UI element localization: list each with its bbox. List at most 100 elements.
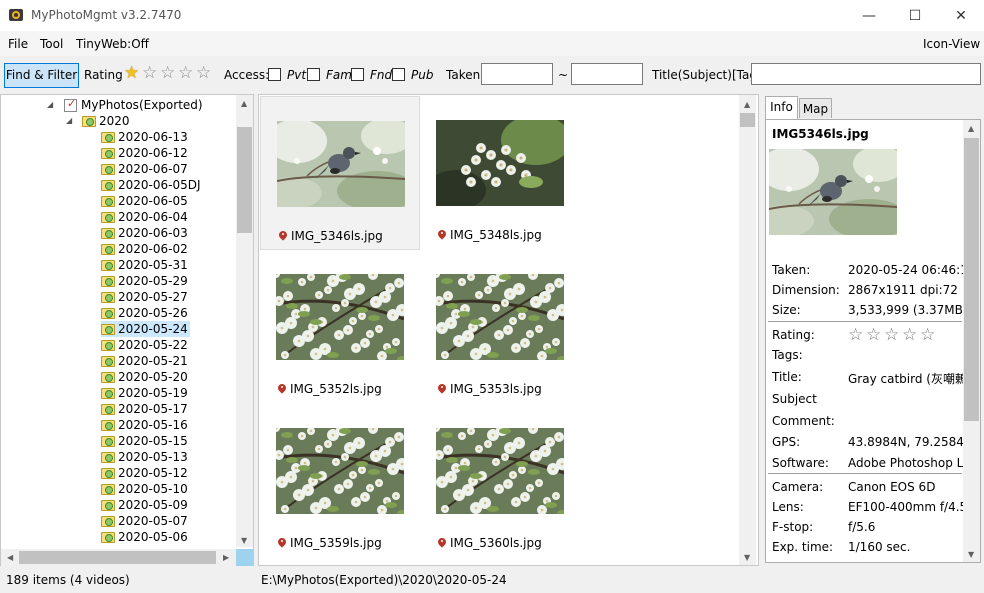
tree-folder-item[interactable]: 2020-05-26 [101,305,190,321]
tree-folder-item[interactable]: 2020-06-05 [101,193,190,209]
tree-folder-item[interactable]: 2020-06-13 [101,129,190,145]
rating-star-icon[interactable]: ☆ [196,64,211,83]
tree-folder-label: 2020-05-31 [118,258,188,272]
tree-folder-item[interactable]: 2020-05-21 [101,353,190,369]
tree-folder-item[interactable]: 2020-05-07 [101,513,190,529]
tree-folder-item[interactable]: 2020-05-10 [101,481,190,497]
tree-folder-label: 2020-05-09 [118,498,188,512]
rating-star-icon[interactable]: ☆ [884,325,899,345]
folder-tree[interactable]: ◢ ✓ MyPhotos(Exported) ◢ 2020 2020-06-13… [0,94,254,566]
tree-folder-label: 2020-05-24 [118,322,188,336]
access-label: Access: [224,68,270,82]
scroll-up-icon[interactable]: ▲ [744,100,750,109]
tree-folder-item[interactable]: 2020-05-31 [101,257,190,273]
folder-icon [101,531,115,543]
info-panel: Info Map IMG5346ls.jpg Taken: 2020-05-24… [763,94,984,566]
scroll-right-icon[interactable]: ▶ [223,553,229,562]
menu-bar: File Tool TinyWeb:Off Icon-View [0,31,984,56]
close-button[interactable]: ✕ [938,0,984,31]
tree-folder-item[interactable]: 2020-05-29 [101,273,190,289]
scroll-up-icon[interactable]: ▲ [968,124,974,133]
thumbnail-vertical-scrollbar[interactable] [739,95,756,565]
menu-file[interactable]: File [8,37,28,51]
tree-folder-label: 2020-05-17 [118,402,188,416]
scroll-down-icon[interactable]: ▼ [744,553,750,562]
thumbnail-image [436,428,564,514]
tree-scroll-thumb[interactable] [237,127,252,233]
info-scroll-thumb[interactable] [964,138,979,421]
tree-folder-item[interactable]: 2020-05-16 [101,417,190,433]
tree-folder-item[interactable]: 2020-06-12 [101,145,190,161]
scroll-up-icon[interactable]: ▲ [241,99,247,108]
thumbnail-item[interactable]: IMG_5352ls.jpg [260,250,420,404]
taken-from-input[interactable] [481,63,553,85]
tree-folder-item[interactable]: 2020-05-24 [101,321,190,337]
collapse-arrow-icon[interactable]: ◢ [47,100,53,109]
collapse-arrow-icon[interactable]: ◢ [66,116,72,125]
minimize-button[interactable]: — [846,0,892,31]
thumbnail-item[interactable]: IMG_5346ls.jpg [260,96,420,250]
scroll-down-icon[interactable]: ▼ [241,536,247,545]
menu-tinyweb[interactable]: TinyWeb:Off [76,37,149,51]
rating-star-icon[interactable]: ☆ [920,325,935,345]
tree-folder-item[interactable]: 2020-05-27 [101,289,190,305]
tree-folder-item[interactable]: 2020-06-03 [101,225,190,241]
rating-star-icon[interactable]: ☆ [160,64,175,83]
menu-icon-view[interactable]: Icon-View [923,37,980,51]
thumbnail-filename: IMG_5352ls.jpg [290,382,382,396]
thumbnail-filename: IMG_5348ls.jpg [450,228,542,242]
thumbnail-view[interactable]: IMG_5346ls.jpg IMG_5348ls.jpg IMG_5352ls.j… [258,94,759,566]
access-pub-checkbox[interactable] [392,68,405,81]
tree-folder-item[interactable]: 2020-05-12 [101,465,190,481]
access-fnd-checkbox[interactable] [351,68,364,81]
tree-root[interactable]: ✓ MyPhotos(Exported) [64,97,203,113]
access-fam-checkbox[interactable] [307,68,320,81]
rating-star-icon[interactable]: ★ [124,64,139,83]
access-pvt-checkbox[interactable] [268,68,281,81]
folder-icon [101,227,115,239]
thumbnail-filename: IMG_5353ls.jpg [450,382,542,396]
menu-tool[interactable]: Tool [40,37,63,51]
taken-to-input[interactable] [571,63,643,85]
rating-star-icon[interactable]: ☆ [902,325,917,345]
tree-folder-item[interactable]: 2020-05-19 [101,385,190,401]
folder-icon [101,435,115,447]
tree-hscroll-thumb[interactable] [19,551,216,564]
gps-pin-icon [278,538,286,549]
tree-folder-item[interactable]: 2020-05-20 [101,369,190,385]
tab-info[interactable]: Info [765,96,798,120]
tree-folder-item[interactable]: 2020-05-22 [101,337,190,353]
rating-label: Rating [84,68,123,82]
tree-folder-item[interactable]: 2020-06-05DJ [101,177,203,193]
maximize-button[interactable]: ☐ [892,0,938,31]
tree-folder-item[interactable]: 2020-06-04 [101,209,190,225]
tree-folder-item[interactable]: 2020-05-17 [101,401,190,417]
thumbnail-item[interactable]: IMG_5360ls.jpg [420,404,580,558]
tree-year[interactable]: 2020 [82,113,130,129]
tree-folder-item[interactable]: 2020-05-09 [101,497,190,513]
title-search-input[interactable] [751,63,981,85]
thumbnail-item[interactable]: IMG_5359ls.jpg [260,404,420,558]
thumbnail-filename: IMG_5359ls.jpg [290,536,382,550]
tree-folder-label: 2020-05-13 [118,450,188,464]
scroll-down-icon[interactable]: ▼ [968,550,974,559]
folder-icon [82,115,96,127]
rating-star-icon[interactable]: ☆ [178,64,193,83]
find-filter-button[interactable]: Find & Filter [4,63,79,88]
tree-folder-item[interactable]: 2020-05-13 [101,449,190,465]
thumbnail-item[interactable]: IMG_5348ls.jpg [420,96,580,250]
tab-map[interactable]: Map [799,98,832,118]
thumbnail-item[interactable]: IMG_5353ls.jpg [420,250,580,404]
scroll-left-icon[interactable]: ◀ [7,553,13,562]
rating-star-icon[interactable]: ☆ [866,325,881,345]
tree-folder-item[interactable]: 2020-06-02 [101,241,190,257]
tree-folder-item[interactable]: 2020-06-07 [101,161,190,177]
thumbnail-scroll-thumb[interactable] [740,113,755,127]
thumbnail-label: IMG_5359ls.jpg [278,536,382,550]
folder-icon [101,275,115,287]
title-search-label: Title(Subject)[Tag]: [652,68,766,82]
tree-folder-item[interactable]: 2020-05-15 [101,433,190,449]
rating-star-icon[interactable]: ☆ [848,325,863,345]
rating-star-icon[interactable]: ☆ [142,64,157,83]
tree-folder-item[interactable]: 2020-05-06 [101,529,190,545]
